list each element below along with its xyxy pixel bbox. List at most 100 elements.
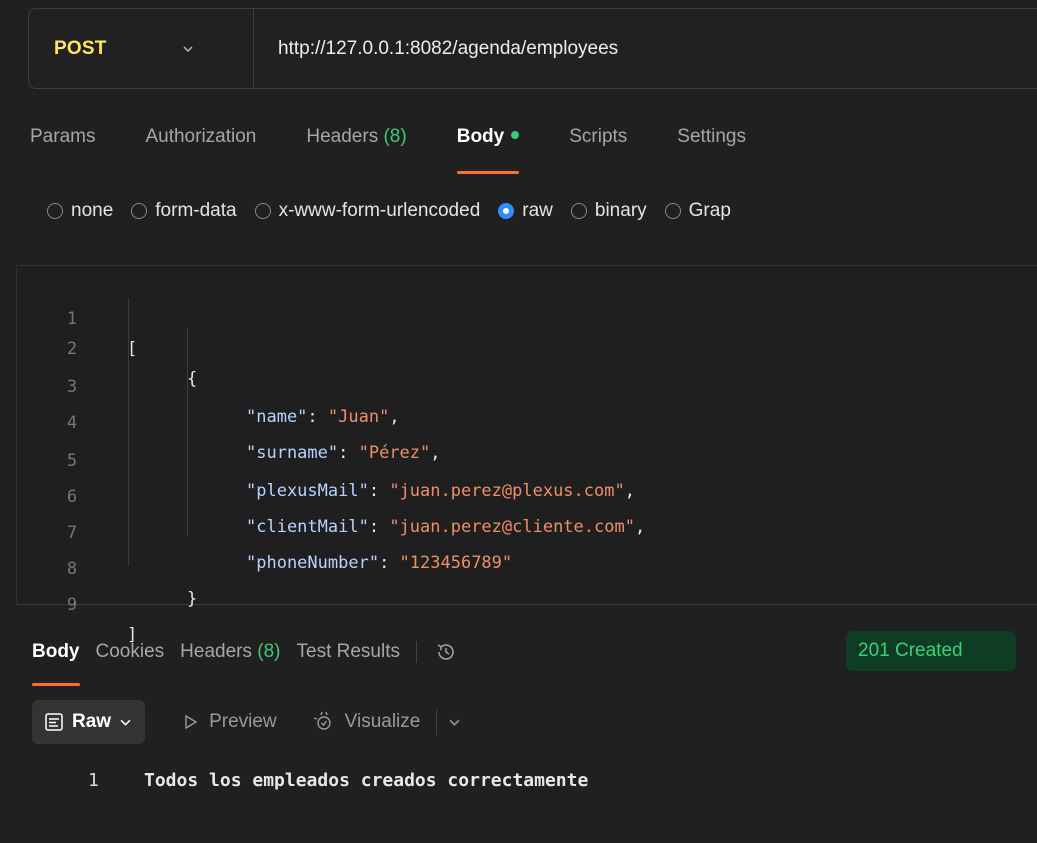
json-key: "clientMail": [246, 517, 369, 537]
tab-label: Test Results: [296, 641, 400, 662]
url-input[interactable]: http://127.0.0.1:8082/agenda/employees: [254, 38, 618, 60]
radio-label: x-www-form-urlencoded: [278, 200, 481, 221]
response-tab-cookies[interactable]: Cookies: [96, 636, 165, 686]
code-text: }: [187, 589, 198, 609]
response-toolbar: Raw Preview Visualize: [32, 700, 460, 744]
line-number: 8: [66, 559, 78, 579]
line-number: 7: [66, 523, 78, 543]
json-trail: ,: [634, 517, 646, 537]
raw-format-icon: [45, 713, 63, 731]
line-number: 9: [66, 595, 78, 615]
line-number: 2: [66, 339, 78, 359]
preview-label: Preview: [209, 711, 277, 732]
visualize-button[interactable]: Visualize: [313, 711, 421, 733]
radio-icon: [664, 203, 681, 219]
tab-settings[interactable]: Settings: [677, 118, 746, 174]
headers-count: (8): [383, 126, 407, 147]
body-type-urlencoded[interactable]: x-www-form-urlencoded: [254, 200, 481, 222]
code-line: 9 ]: [17, 560, 137, 645]
body-type-graphql[interactable]: Grap: [664, 200, 731, 222]
method-select[interactable]: POST: [29, 9, 254, 88]
tab-label: Headers: [180, 641, 252, 662]
radio-icon: [47, 203, 63, 219]
line-number: 5: [66, 451, 78, 471]
response-tab-test-results[interactable]: Test Results: [297, 636, 400, 686]
body-type-form-data[interactable]: form-data: [131, 200, 237, 222]
body-type-options: none form-data x-www-form-urlencoded raw…: [47, 196, 749, 226]
code-line: 3 "name": "Juan",: [17, 342, 400, 427]
line-number: 1: [66, 309, 78, 329]
divider: [436, 709, 438, 735]
code-text: {: [187, 369, 198, 389]
chevron-down-icon: [183, 46, 193, 52]
tab-body[interactable]: Body: [456, 118, 520, 174]
request-tabs: Params Authorization Headers (8) Body Sc…: [30, 118, 796, 174]
line-number: 3: [66, 377, 78, 397]
code-line: 5 "plexusMail": "juan.perez@plexus.com",: [17, 416, 635, 501]
tab-params[interactable]: Params: [30, 118, 95, 174]
chevron-down-icon[interactable]: [449, 717, 460, 728]
indent-guide: [187, 328, 188, 536]
json-trail: ,: [624, 481, 635, 501]
radio-label: Grap: [688, 200, 731, 221]
code-line: 1 [: [17, 274, 137, 359]
radio-icon: [254, 203, 271, 219]
preview-button[interactable]: Preview: [183, 711, 277, 733]
response-tab-body[interactable]: Body: [32, 636, 80, 686]
radio-label: binary: [594, 200, 647, 221]
divider: [415, 641, 417, 663]
tab-scripts[interactable]: Scripts: [569, 118, 627, 174]
response-tabs: Body Cookies Headers (8) Test Results: [32, 636, 457, 686]
radio-icon: [570, 203, 587, 219]
json-trail: ,: [430, 443, 441, 463]
json-value: "Pérez": [358, 443, 431, 463]
radio-icon: [131, 203, 148, 219]
status-badge[interactable]: 201 Created: [846, 631, 1016, 671]
headers-count: (8): [257, 641, 281, 662]
response-body[interactable]: 1 Todos los empleados creados correctame…: [0, 766, 1037, 796]
request-body-editor[interactable]: 1 [ 2 { 3 "name": "Juan", 4 "surname": "…: [16, 265, 1037, 645]
line-number: 1: [88, 770, 99, 791]
json-key: "plexusMail": [246, 481, 369, 501]
visualize-icon: [313, 711, 331, 730]
radio-label: raw: [522, 200, 553, 221]
tab-authorization[interactable]: Authorization: [145, 118, 256, 174]
json-value: "123456789": [399, 553, 513, 573]
visualize-label: Visualize: [344, 711, 421, 732]
format-label: Raw: [72, 711, 112, 732]
radio-label: none: [71, 200, 114, 221]
code-text: [: [127, 339, 138, 359]
json-key: "name": [246, 407, 308, 427]
tab-headers[interactable]: Headers (8): [306, 118, 406, 174]
play-icon: [185, 714, 198, 730]
code-line: 7 "phoneNumber": "123456789": [17, 488, 512, 573]
body-type-raw[interactable]: raw: [498, 200, 553, 222]
json-value: "Juan": [327, 407, 390, 427]
line-number: 4: [66, 413, 78, 433]
tab-label: Scripts: [569, 126, 628, 147]
code-line: 4 "surname": "Pérez",: [17, 378, 441, 463]
history-icon[interactable]: [435, 641, 457, 663]
format-dropdown[interactable]: Raw: [32, 700, 146, 744]
request-bar: POST http://127.0.0.1:8082/agenda/employ…: [28, 8, 1037, 89]
tab-label: Body: [456, 126, 505, 147]
body-type-binary[interactable]: binary: [570, 200, 647, 222]
tab-label: Headers: [306, 126, 379, 147]
tab-label: Authorization: [145, 126, 257, 147]
json-trail: ,: [389, 407, 400, 427]
line-number: 6: [66, 487, 78, 507]
tab-label: Params: [30, 126, 96, 147]
response-text: Todos los empleados creados correctament…: [144, 770, 589, 791]
modified-dot-icon: [511, 130, 520, 139]
code-line: 8 }: [17, 524, 197, 609]
method-label: POST: [54, 37, 107, 59]
json-value: "juan.perez@cliente.com": [389, 517, 635, 537]
tab-label: Cookies: [95, 641, 165, 662]
code-line: 2 {: [17, 304, 197, 389]
json-value: "juan.perez@plexus.com": [389, 481, 625, 501]
response-tab-headers[interactable]: Headers (8): [180, 636, 280, 686]
json-key: "phoneNumber": [246, 553, 380, 573]
body-type-none[interactable]: none: [47, 200, 113, 222]
chevron-down-icon: [120, 719, 131, 726]
radio-label: form-data: [155, 200, 237, 221]
